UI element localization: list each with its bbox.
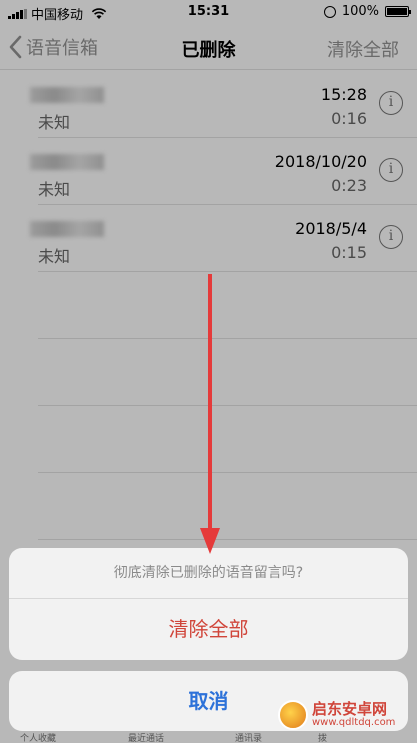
empty-row-divider bbox=[38, 406, 417, 473]
voicemail-duration: 0:15 bbox=[331, 243, 367, 262]
clear-all-nav-button[interactable]: 清除全部 bbox=[327, 36, 399, 62]
voicemail-date: 2018/5/4 bbox=[295, 219, 367, 238]
battery-icon bbox=[385, 6, 411, 17]
status-bar: 中国移动 15:31 100% bbox=[0, 0, 417, 24]
tab-favorites[interactable]: 个人收藏 bbox=[20, 731, 56, 743]
caller-subtitle: 未知 bbox=[38, 113, 71, 132]
empty-row-divider bbox=[38, 339, 417, 406]
info-icon[interactable]: i bbox=[379, 91, 403, 115]
status-right: 100% bbox=[323, 4, 411, 19]
empty-row-divider bbox=[38, 473, 417, 540]
list-item[interactable]: 未知 15:28 0:16 i bbox=[30, 71, 417, 138]
watermark: 启东安卓网 www.qdltdq.com bbox=[278, 700, 395, 730]
clear-all-button[interactable]: 清除全部 bbox=[9, 599, 408, 660]
nav-bar: 语音信箱 已删除 清除全部 bbox=[0, 24, 417, 70]
redacted-name bbox=[30, 221, 104, 237]
watermark-name: 启东安卓网 bbox=[312, 699, 388, 718]
voicemail-date: 15:28 bbox=[320, 85, 367, 104]
tab-contacts[interactable]: 通讯录 bbox=[235, 731, 262, 743]
watermark-text: 启东安卓网 www.qdltdq.com bbox=[312, 699, 396, 728]
list-item[interactable]: 未知 2018/5/4 0:15 i bbox=[30, 205, 417, 272]
redacted-name bbox=[30, 154, 104, 170]
voicemail-date: 2018/10/20 bbox=[274, 152, 367, 171]
info-icon[interactable]: i bbox=[379, 158, 403, 182]
caller-subtitle: 未知 bbox=[38, 180, 71, 199]
list-item[interactable]: 未知 2018/10/20 0:23 i bbox=[30, 138, 417, 205]
tab-keypad[interactable]: 拨 bbox=[318, 731, 327, 743]
red-arrow-annotation bbox=[200, 274, 220, 554]
watermark-logo-icon bbox=[278, 700, 308, 730]
caller-subtitle: 未知 bbox=[38, 247, 71, 266]
voicemail-duration: 0:16 bbox=[331, 109, 367, 128]
action-sheet: 彻底清除已删除的语音留言吗? 清除全部 bbox=[9, 548, 408, 660]
battery-percent: 100% bbox=[341, 4, 379, 19]
tab-recents[interactable]: 最近通话 bbox=[128, 731, 164, 743]
tab-bar: 个人收藏 最近通话 通讯录 拨 bbox=[0, 731, 417, 743]
watermark-url: www.qdltdq.com bbox=[312, 716, 396, 728]
redacted-name bbox=[30, 87, 104, 103]
empty-row-divider bbox=[38, 272, 417, 339]
info-icon[interactable]: i bbox=[379, 225, 403, 249]
voicemail-duration: 0:23 bbox=[331, 176, 367, 195]
rotation-lock-icon bbox=[323, 5, 336, 18]
